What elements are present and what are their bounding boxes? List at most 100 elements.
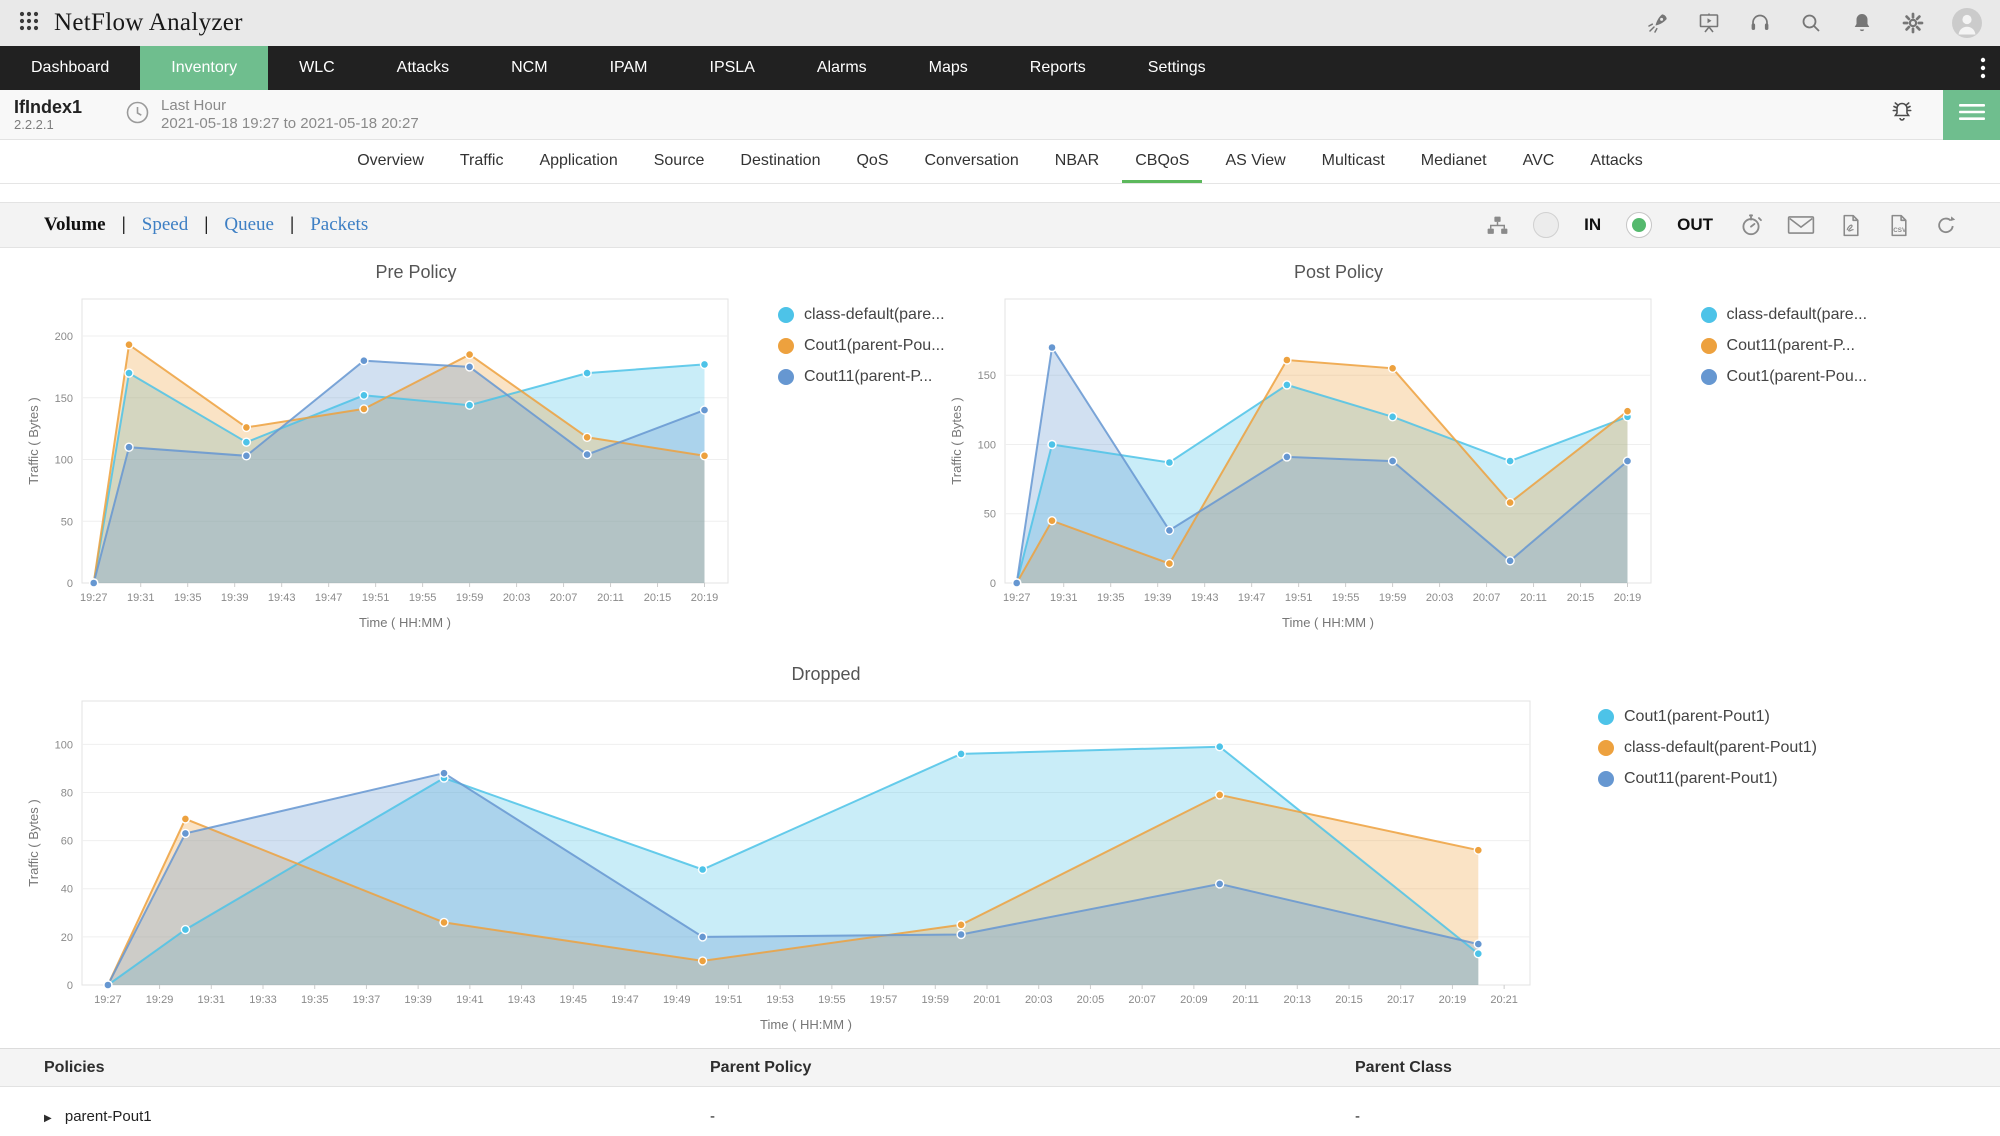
alarm-bell-icon[interactable]: [1887, 97, 1917, 132]
headset-icon[interactable]: [1748, 11, 1772, 35]
tab-overview[interactable]: Overview: [344, 140, 437, 183]
svg-text:19:59: 19:59: [922, 994, 950, 1006]
legend-dot-icon: [1701, 307, 1717, 323]
main-navbar: DashboardInventoryWLCAttacksNCMIPAMIPSLA…: [0, 46, 2000, 90]
export-pdf-icon[interactable]: [1838, 213, 1863, 238]
legend-label: Cout1(parent-Pou...: [804, 337, 945, 355]
column-header-parent-policy[interactable]: Parent Policy: [710, 1059, 1355, 1077]
legend-item[interactable]: Cout1(parent-Pou...: [1701, 368, 1868, 386]
legend-item[interactable]: Cout11(parent-Pout1): [1598, 770, 1817, 788]
legend-item[interactable]: class-default(pare...: [778, 306, 945, 324]
nav-item-ipam[interactable]: IPAM: [579, 46, 679, 90]
post-policy-chart: Post Policy 05010015019:2719:3119:3519:3…: [945, 262, 1868, 646]
tab-traffic[interactable]: Traffic: [447, 140, 517, 183]
sitemap-icon[interactable]: [1485, 213, 1510, 238]
svg-text:19:39: 19:39: [221, 592, 249, 604]
device-name: IfIndex1: [14, 97, 82, 117]
tab-avc[interactable]: AVC: [1510, 140, 1568, 183]
legend-item[interactable]: class-default(parent-Pout1): [1598, 739, 1817, 757]
tab-attacks[interactable]: Attacks: [1577, 140, 1655, 183]
view-separator: |: [122, 214, 126, 236]
svg-text:19:33: 19:33: [249, 994, 277, 1006]
search-icon[interactable]: [1799, 11, 1823, 35]
email-icon[interactable]: [1787, 214, 1815, 236]
svg-text:40: 40: [61, 884, 73, 896]
expand-caret-icon[interactable]: ▶: [44, 1113, 52, 1124]
time-period-selector[interactable]: Last Hour 2021-05-18 19:27 to 2021-05-18…: [161, 97, 419, 133]
side-menu-button[interactable]: [1943, 90, 2000, 140]
svg-text:20:03: 20:03: [503, 592, 531, 604]
legend-label: Cout11(parent-P...: [804, 368, 932, 386]
column-header-policies[interactable]: Policies: [44, 1059, 710, 1077]
column-header-parent-class[interactable]: Parent Class: [1355, 1059, 2000, 1077]
nav-item-ipsla[interactable]: IPSLA: [679, 46, 786, 90]
nav-item-wlc[interactable]: WLC: [268, 46, 366, 90]
svg-text:19:47: 19:47: [315, 592, 343, 604]
presentation-icon[interactable]: [1697, 11, 1721, 35]
svg-text:19:47: 19:47: [611, 994, 639, 1006]
direction-in-radio[interactable]: [1533, 212, 1559, 238]
bell-icon[interactable]: [1850, 11, 1874, 35]
nav-overflow-kebab-icon[interactable]: [1966, 46, 2000, 90]
refresh-icon[interactable]: [1934, 213, 1958, 237]
nav-item-ncm[interactable]: NCM: [480, 46, 578, 90]
tab-as-view[interactable]: AS View: [1212, 140, 1298, 183]
nav-item-alarms[interactable]: Alarms: [786, 46, 898, 90]
view-speed[interactable]: Speed: [142, 214, 188, 236]
svg-text:20: 20: [61, 932, 73, 944]
direction-in-label[interactable]: IN: [1584, 215, 1601, 235]
svg-text:50: 50: [61, 516, 73, 528]
tab-medianet[interactable]: Medianet: [1408, 140, 1500, 183]
direction-out-radio[interactable]: [1626, 212, 1652, 238]
apps-grid-icon[interactable]: [18, 10, 40, 37]
direction-out-label[interactable]: OUT: [1677, 215, 1713, 235]
clock-icon[interactable]: [124, 99, 151, 131]
svg-text:0: 0: [989, 578, 995, 590]
schedule-timer-icon[interactable]: [1738, 212, 1764, 238]
view-queue[interactable]: Queue: [224, 214, 274, 236]
tab-conversation[interactable]: Conversation: [911, 140, 1031, 183]
nav-item-inventory[interactable]: Inventory: [140, 46, 268, 90]
legend-item[interactable]: Cout11(parent-P...: [778, 368, 945, 386]
legend-dot-icon: [778, 369, 794, 385]
view-packets[interactable]: Packets: [310, 214, 368, 236]
nav-item-maps[interactable]: Maps: [898, 46, 999, 90]
nav-item-reports[interactable]: Reports: [999, 46, 1117, 90]
gear-icon[interactable]: [1901, 11, 1925, 35]
dropped-plot: 02040608010019:2719:2919:3119:3319:3519:…: [22, 691, 1572, 1048]
svg-text:19:43: 19:43: [1190, 592, 1218, 604]
legend-item[interactable]: Cout1(parent-Pou...: [778, 337, 945, 355]
nav-item-dashboard[interactable]: Dashboard: [0, 46, 140, 90]
svg-text:20:07: 20:07: [1128, 994, 1156, 1006]
legend-dot-icon: [778, 307, 794, 323]
hamburger-icon: [1959, 102, 1985, 127]
tab-source[interactable]: Source: [641, 140, 718, 183]
tab-nbar[interactable]: NBAR: [1042, 140, 1112, 183]
view-volume[interactable]: Volume: [44, 214, 106, 236]
tab-qos[interactable]: QoS: [843, 140, 901, 183]
tab-application[interactable]: Application: [526, 140, 630, 183]
export-csv-icon[interactable]: CSV: [1886, 213, 1911, 238]
legend-label: Cout1(parent-Pout1): [1624, 708, 1770, 726]
dropped-chart: Dropped 02040608010019:2719:2919:3119:33…: [0, 664, 2000, 1048]
tab-destination[interactable]: Destination: [727, 140, 833, 183]
table-row[interactable]: ▶ parent-Pout1 - -: [0, 1087, 2000, 1136]
tab-cbqos[interactable]: CBQoS: [1122, 140, 1202, 183]
rocket-icon[interactable]: [1646, 11, 1670, 35]
svg-text:200: 200: [55, 331, 73, 343]
legend-label: class-default(parent-Pout1): [1624, 739, 1817, 757]
avatar[interactable]: [1952, 8, 1982, 38]
policies-table-header: Policies Parent Policy Parent Class: [0, 1049, 2000, 1087]
svg-text:20:19: 20:19: [1439, 994, 1467, 1006]
tab-multicast[interactable]: Multicast: [1309, 140, 1398, 183]
svg-text:19:31: 19:31: [198, 994, 226, 1006]
legend-item[interactable]: Cout11(parent-P...: [1701, 337, 1868, 355]
nav-item-settings[interactable]: Settings: [1117, 46, 1237, 90]
view-tabs: OverviewTrafficApplication SourceDestinat…: [0, 140, 2000, 184]
legend-item[interactable]: Cout1(parent-Pout1): [1598, 708, 1817, 726]
chart-toolbar: Volume|Speed|Queue|Packets IN OUT: [0, 202, 2000, 248]
svg-text:19:55: 19:55: [818, 994, 846, 1006]
view-separator: |: [204, 214, 208, 236]
legend-item[interactable]: class-default(pare...: [1701, 306, 1868, 324]
nav-item-attacks[interactable]: Attacks: [366, 46, 480, 90]
